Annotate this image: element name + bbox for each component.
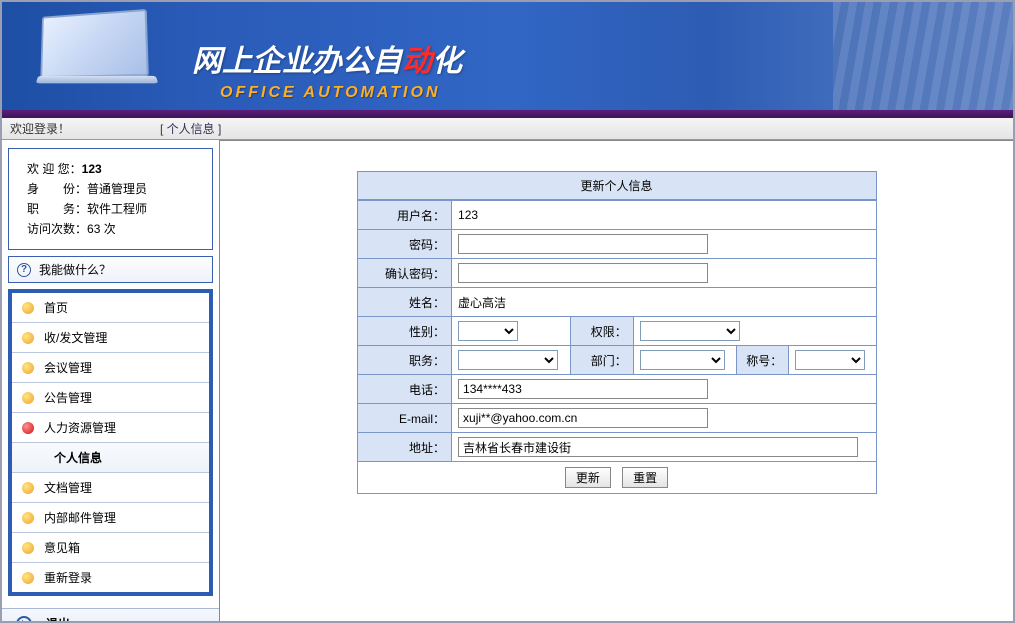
play-icon (16, 616, 32, 623)
welcome-text: 欢迎登录！ (10, 120, 70, 137)
email-label: E-mail： (357, 404, 452, 433)
help-icon: ? (17, 263, 31, 277)
user-info-panel: 欢 迎 您：123 身 份：普通管理员 职 务：软件工程师 访问次数：63 次 (8, 148, 213, 250)
password-input[interactable] (458, 234, 708, 254)
bullet-active-icon (22, 422, 34, 434)
content-area: 更新个人信息 用户名： 123 密码： 确认密码： 姓名 (220, 140, 1013, 621)
nav-label: 文档管理 (44, 479, 92, 496)
password-label: 密码： (357, 230, 452, 259)
nav-mail[interactable]: 内部邮件管理 (12, 503, 209, 533)
building-illustration (833, 2, 1013, 110)
breadcrumb-bar: 欢迎登录！ [ 个人信息 ] (2, 118, 1013, 140)
nav-label: 意见箱 (44, 539, 80, 556)
dept-label: 部门： (570, 346, 633, 375)
username-value: 123 (452, 201, 876, 230)
user-job: 软件工程师 (87, 202, 147, 216)
exit-label: 退出 (46, 615, 70, 623)
profile-form: 用户名： 123 密码： 确认密码： 姓名： 虚心高洁 (357, 200, 877, 462)
nav-home[interactable]: 首页 (12, 293, 209, 323)
nav-label: 公告管理 (44, 389, 92, 406)
nav-feedback[interactable]: 意见箱 (12, 533, 209, 563)
header-banner: 网上企业办公自动化 OFFICE AUTOMATION (2, 2, 1013, 118)
nav-label: 重新登录 (44, 569, 92, 586)
username-label: 用户名： (357, 201, 452, 230)
app-title: 网上企业办公自动化 (192, 36, 462, 80)
title-select[interactable] (795, 350, 865, 370)
confirm-password-input[interactable] (458, 263, 708, 283)
help-text: 我能做什么？ (39, 261, 111, 278)
permission-label: 权限： (570, 317, 633, 346)
job-label: 职务： (357, 346, 452, 375)
help-bar[interactable]: ? 我能做什么？ (8, 256, 213, 283)
nav-meeting[interactable]: 会议管理 (12, 353, 209, 383)
bullet-icon (22, 392, 34, 404)
user-role: 普通管理员 (87, 182, 147, 196)
nav-label: 个人信息 (54, 449, 102, 466)
form-title: 更新个人信息 (357, 171, 877, 200)
permission-select[interactable] (640, 321, 740, 341)
confirm-password-label: 确认密码： (357, 259, 452, 288)
sidebar: 欢 迎 您：123 身 份：普通管理员 职 务：软件工程师 访问次数：63 次 … (2, 140, 220, 621)
job-select[interactable] (458, 350, 558, 370)
phone-input[interactable] (458, 379, 708, 399)
address-label: 地址： (357, 433, 452, 462)
phone-label: 电话： (357, 375, 452, 404)
gender-label: 性别： (357, 317, 452, 346)
gender-select[interactable] (458, 321, 518, 341)
nav-label: 会议管理 (44, 359, 92, 376)
bullet-icon (22, 482, 34, 494)
breadcrumb: [ 个人信息 ] (160, 120, 221, 137)
title-label: 称号： (736, 346, 789, 375)
app-subtitle: OFFICE AUTOMATION (220, 84, 462, 102)
bullet-icon (22, 332, 34, 344)
exit-button[interactable]: 退出 (2, 608, 219, 623)
button-row: 更新 重置 (357, 462, 877, 494)
update-button[interactable]: 更新 (565, 467, 611, 488)
nav-filedoc[interactable]: 文档管理 (12, 473, 209, 503)
name-value: 虚心高洁 (452, 288, 876, 317)
user-visits: 63 次 (87, 222, 116, 236)
bullet-icon (22, 572, 34, 584)
email-input[interactable] (458, 408, 708, 428)
nav-hr[interactable]: 人力资源管理 (12, 413, 209, 443)
user-name: 123 (82, 162, 102, 176)
bullet-icon (22, 512, 34, 524)
nav-label: 收/发文管理 (44, 329, 107, 346)
nav-label: 人力资源管理 (44, 419, 116, 436)
nav-menu: 首页 收/发文管理 会议管理 公告管理 人力资源管理 个人信息 文档管理 内部邮… (8, 289, 213, 596)
nav-relogin[interactable]: 重新登录 (12, 563, 209, 592)
address-input[interactable] (458, 437, 858, 457)
dept-select[interactable] (640, 350, 725, 370)
nav-notice[interactable]: 公告管理 (12, 383, 209, 413)
nav-docs[interactable]: 收/发文管理 (12, 323, 209, 353)
bullet-icon (22, 542, 34, 554)
bullet-icon (22, 302, 34, 314)
name-label: 姓名： (357, 288, 452, 317)
nav-personal-info[interactable]: 个人信息 (12, 443, 209, 473)
laptop-illustration (37, 12, 167, 102)
nav-label: 首页 (44, 299, 68, 316)
reset-button[interactable]: 重置 (622, 467, 668, 488)
nav-label: 内部邮件管理 (44, 509, 116, 526)
bullet-icon (22, 362, 34, 374)
